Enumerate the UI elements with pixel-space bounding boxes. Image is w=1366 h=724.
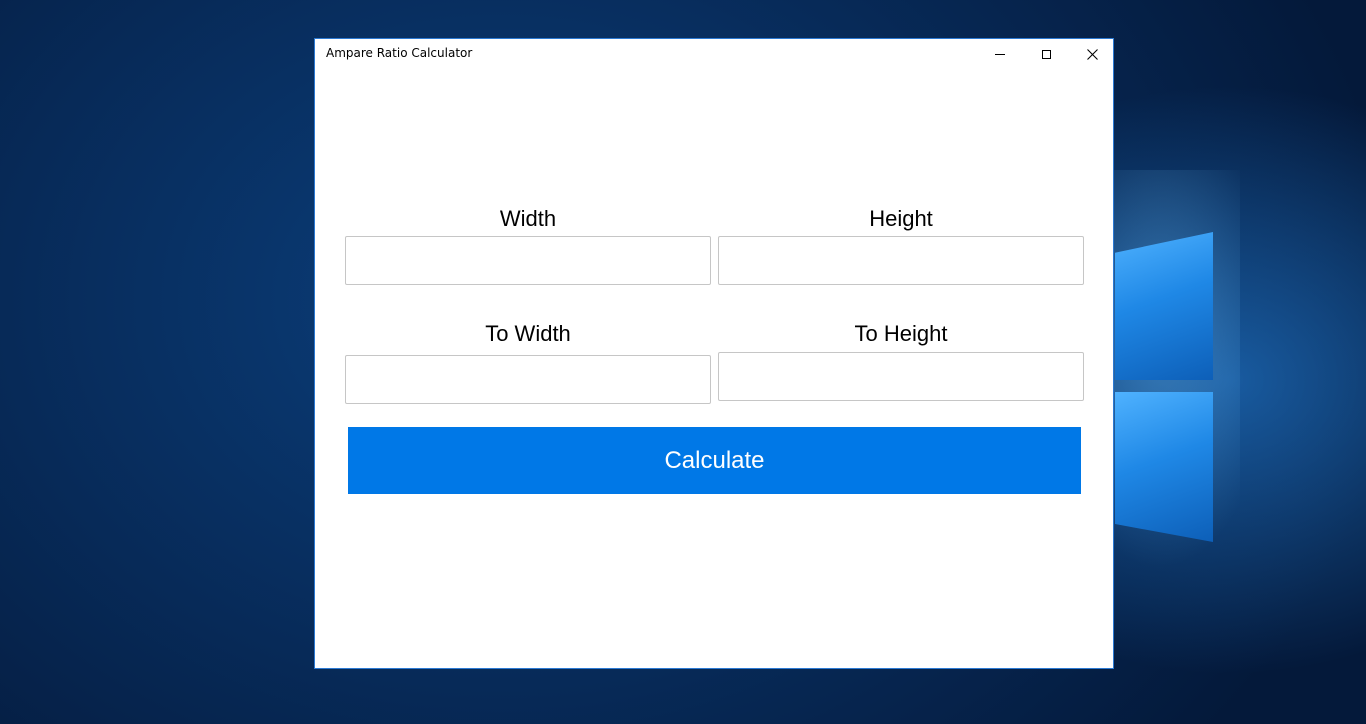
width-input[interactable] [345,236,711,285]
wallpaper-logo-pane-bottom [1115,392,1213,542]
maximize-button[interactable] [1023,39,1069,69]
desktop: Ampare Ratio Calculator Width Height To … [0,0,1366,724]
maximize-icon [1041,49,1051,59]
close-icon [1086,48,1098,60]
window-title: Ampare Ratio Calculator [326,46,473,60]
to-width-label: To Width [485,321,571,346]
to-width-input[interactable] [345,355,711,404]
close-button[interactable] [1069,39,1115,69]
app-window: Ampare Ratio Calculator Width Height To … [314,38,1114,669]
width-label: Width [499,206,557,231]
minimize-icon [995,53,1005,55]
title-bar[interactable]: Ampare Ratio Calculator [315,39,1113,69]
calculate-button[interactable]: Calculate [348,427,1081,494]
height-label: Height [869,206,933,231]
minimize-button[interactable] [977,39,1023,69]
to-height-label: To Height [854,321,948,346]
height-input[interactable] [718,236,1084,285]
wallpaper-logo-pane-top [1115,232,1213,380]
to-height-input[interactable] [718,352,1084,401]
